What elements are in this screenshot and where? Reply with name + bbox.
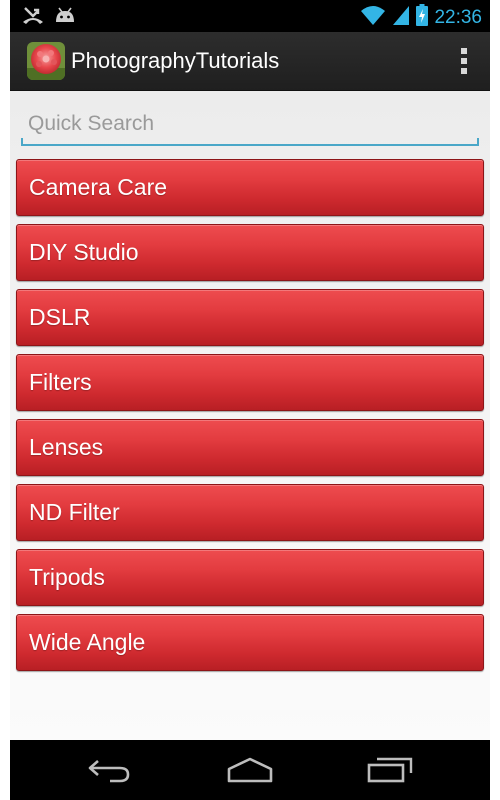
category-label: Camera Care bbox=[29, 174, 168, 200]
category-item-wide-angle[interactable]: Wide Angle bbox=[16, 614, 484, 671]
category-item-filters[interactable]: Filters bbox=[16, 354, 484, 411]
status-bar: 22:36 bbox=[10, 0, 490, 32]
search-underline-right-tick bbox=[477, 138, 479, 146]
category-label: ND Filter bbox=[29, 499, 120, 525]
navigation-bar bbox=[10, 740, 490, 800]
recents-icon[interactable] bbox=[360, 754, 420, 786]
android-icon bbox=[54, 5, 76, 30]
action-bar: PhotographyTutorials bbox=[10, 32, 490, 91]
category-item-nd-filter[interactable]: ND Filter bbox=[16, 484, 484, 541]
category-item-diy-studio[interactable]: DIY Studio bbox=[16, 224, 484, 281]
category-item-tripods[interactable]: Tripods bbox=[16, 549, 484, 606]
category-label: DSLR bbox=[29, 304, 91, 330]
category-list: Camera Care DIY Studio DSLR Filters Lens… bbox=[16, 159, 484, 679]
phone-screen: 22:36 PhotographyTutorials Quick Search … bbox=[10, 0, 490, 800]
category-label: Lenses bbox=[29, 434, 104, 460]
battery-charging-icon bbox=[416, 4, 429, 31]
clock: 22:36 bbox=[434, 6, 482, 28]
search-underline-left-tick bbox=[21, 138, 23, 146]
missed-call-icon bbox=[22, 5, 44, 30]
quick-search-input[interactable] bbox=[21, 108, 479, 146]
category-label: DIY Studio bbox=[29, 239, 139, 265]
flower-app-icon[interactable] bbox=[27, 42, 65, 80]
overflow-menu-icon[interactable] bbox=[458, 46, 470, 76]
signal-icon bbox=[392, 4, 410, 31]
wifi-icon bbox=[360, 4, 386, 31]
content-area: Camera Care DIY Studio DSLR Filters Lens… bbox=[10, 91, 490, 740]
app-title: PhotographyTutorials bbox=[71, 48, 280, 73]
category-item-lenses[interactable]: Lenses bbox=[16, 419, 484, 476]
category-label: Wide Angle bbox=[29, 629, 146, 655]
category-label: Filters bbox=[29, 369, 92, 395]
back-icon[interactable] bbox=[79, 754, 139, 786]
home-icon[interactable] bbox=[220, 754, 280, 786]
category-item-dslr[interactable]: DSLR bbox=[16, 289, 484, 346]
category-item-camera-care[interactable]: Camera Care bbox=[16, 159, 484, 216]
category-label: Tripods bbox=[29, 564, 105, 590]
